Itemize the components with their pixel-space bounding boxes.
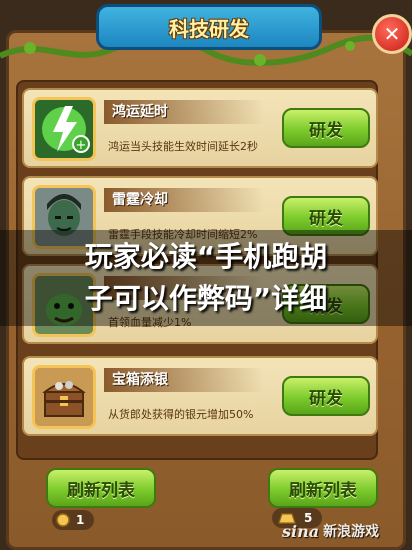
refresh-cost-value: 1 [76, 513, 85, 527]
research-button[interactable]: 研发 [282, 376, 370, 416]
tech-icon-box: + [32, 97, 96, 161]
watermark: sina 新浪游戏 [282, 516, 408, 546]
tech-name: 宝箱添银 [104, 368, 264, 392]
caption-line: 玩家必读“手机跑胡 [84, 240, 328, 273]
tech-description: 鸿运当头技能生效时间延长2秒 [108, 140, 258, 153]
tech-card: + 鸿运延时 鸿运当头技能生效时间延长2秒 研发 [22, 88, 378, 168]
svg-text:+: + [76, 138, 87, 153]
refresh-list-button[interactable]: 刷新列表 [46, 468, 156, 508]
research-button[interactable]: 研发 [282, 108, 370, 148]
page-title: 科技研发 [169, 16, 249, 41]
watermark-brand: sina [282, 521, 320, 541]
refresh-list-button[interactable]: 刷新列表 [268, 468, 378, 508]
caption-line: 子可以作弊码”详细 [84, 282, 328, 315]
tech-card: 宝箱添银 从货郎处获得的银元增加50% 研发 [22, 356, 378, 436]
tech-name: 鸿运延时 [104, 100, 264, 124]
close-button[interactable]: ✕ [372, 14, 412, 54]
treasure-chest-icon [35, 368, 93, 426]
caption-text: 玩家必读“手机跑胡 子可以作弊码”详细 [0, 236, 412, 320]
tech-description: 从货郎处获得的银元增加50% [108, 408, 254, 421]
watermark-text: 新浪游戏 [323, 524, 380, 540]
tech-name: 雷霆冷却 [104, 188, 264, 212]
close-icon: ✕ [383, 22, 401, 46]
refresh-cost: 1 [52, 510, 95, 530]
title-banner: 科技研发 [96, 4, 322, 50]
tech-icon-box [32, 365, 96, 429]
lightning-hourglass-icon: + [35, 100, 93, 158]
coin-icon [56, 513, 70, 527]
